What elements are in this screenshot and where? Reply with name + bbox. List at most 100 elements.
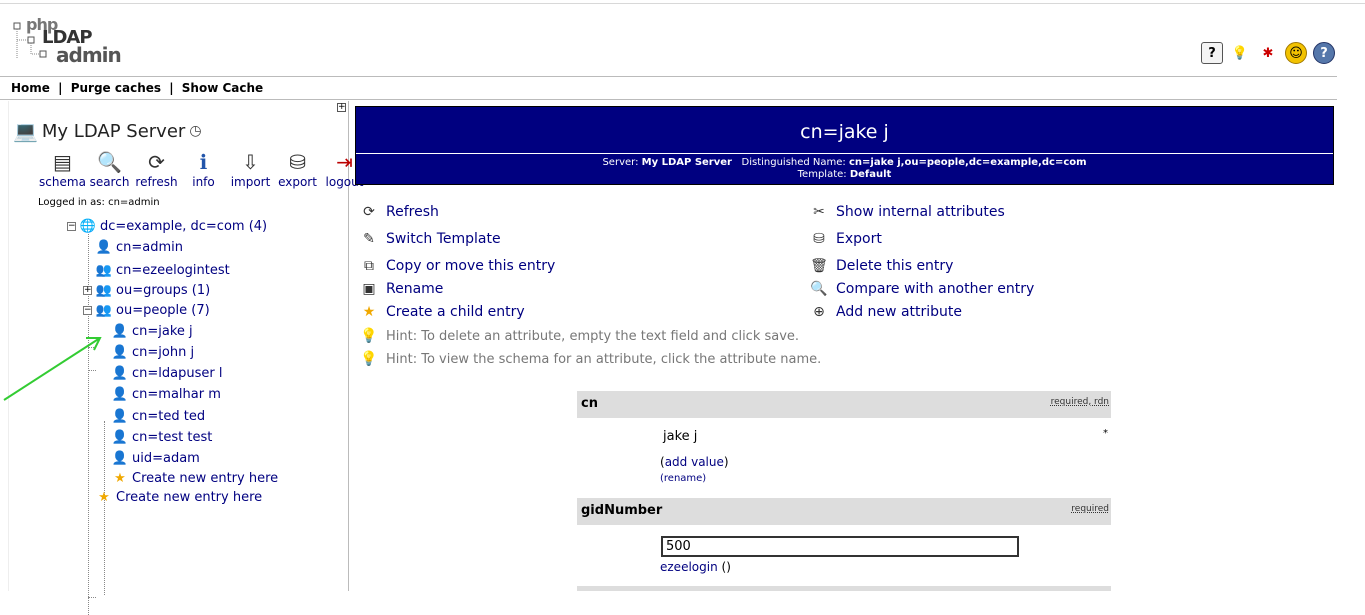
action-label: Create a child entry [386, 304, 525, 320]
template-value: Default [849, 169, 892, 180]
tool-info-button[interactable]: ℹ info [180, 149, 227, 189]
tool-search-button[interactable]: 🔍 search [86, 149, 133, 189]
gidnumber-input[interactable]: 500 [661, 536, 1019, 557]
tree-node-adam[interactable]: 👤 uid=adam [112, 450, 200, 466]
search-icon: 🔍 [97, 150, 122, 174]
menu-show-cache-link[interactable]: Show Cache [182, 81, 263, 95]
tree-node-malhar[interactable]: 👤 cn=malhar m [112, 386, 221, 402]
bulb-icon[interactable]: 💡 [1229, 42, 1251, 64]
tool-label: schema [39, 175, 86, 189]
tool-export-button[interactable]: ⛁ export [274, 149, 321, 189]
tree-node-label: Create new entry here [116, 489, 263, 505]
action-label: Switch Template [386, 231, 501, 247]
tool-label: import [230, 175, 271, 189]
menu-separator: | [58, 81, 63, 95]
server-name[interactable]: My LDAP Server [42, 121, 185, 142]
show-internal-attributes-action[interactable]: ✂ Show internal attributes [810, 203, 1005, 221]
tool-label: info [192, 175, 215, 189]
tool-import-button[interactable]: ⇩ import [227, 149, 274, 189]
phpldapadmin-logo[interactable]: php LDAP admin [12, 15, 122, 67]
tree-node-groups[interactable]: + 👥 ou=groups (1) [83, 282, 210, 298]
action-label: Rename [386, 281, 444, 297]
refresh-icon: ⟳ [148, 150, 165, 174]
expand-toggle[interactable]: + [83, 285, 92, 295]
person-icon: 👤 [111, 408, 129, 424]
person-icon: 👤 [111, 323, 129, 339]
person-icon: 👤 [111, 344, 129, 360]
export-icon: ⛁ [289, 150, 306, 174]
add-attribute-icon: ⊕ [813, 304, 825, 320]
group-link[interactable]: ezeelogin [660, 560, 718, 574]
attribute-name-link[interactable]: cn [581, 396, 598, 411]
copy-move-action[interactable]: ⧉ Copy or move this entry [360, 257, 555, 275]
create-child-action[interactable]: ★ Create a child entry [360, 303, 525, 321]
next-attribute-header [577, 586, 1111, 591]
person-icon: 👤 [111, 429, 129, 445]
tree-node-admin[interactable]: 👤 cn=admin [96, 239, 183, 255]
smiley-icon[interactable]: ☺ [1285, 42, 1307, 64]
group-icon: 👥 [95, 302, 113, 318]
attribute-header-gidnumber: gidNumber required [577, 498, 1111, 525]
delete-entry-action[interactable]: 🗑 Delete this entry [810, 257, 953, 275]
panel-expand-button[interactable]: + [337, 103, 346, 112]
hint-view-schema: 💡 Hint: To view the schema for an attrib… [360, 350, 821, 368]
action-label: Add new attribute [836, 304, 963, 320]
tree-node-jake[interactable]: 👤 cn=jake j [112, 323, 193, 339]
compare-icon: 🔍 [810, 281, 828, 297]
tree-create-child-link[interactable]: ★ Create new entry here [112, 470, 278, 486]
rename-action[interactable]: ▣ Rename [360, 280, 443, 298]
add-attribute-action[interactable]: ⊕ Add new attribute [810, 303, 962, 321]
refresh-action[interactable]: ⟳ Refresh [360, 203, 439, 221]
action-label: Compare with another entry [836, 281, 1035, 297]
bug-icon[interactable]: ✱ [1257, 42, 1279, 64]
top-border [0, 3, 1365, 4]
tree-node-people[interactable]: − 👥 ou=people (7) [83, 302, 210, 318]
annotation-arrow [3, 337, 102, 401]
tree-node-ted[interactable]: 👤 cn=ted ted [112, 408, 205, 424]
server-toolbar: ▤ schema 🔍 search ⟳ refresh ℹ info ⇩ import ⛁… [39, 149, 368, 189]
tree-node-label: cn=john j [132, 344, 195, 360]
star-icon: ★ [114, 470, 126, 486]
top-icon-bar: ? 💡 ✱ ☺ ? [1201, 42, 1335, 64]
info-icon: ℹ [199, 150, 208, 174]
attribute-flags: required [1071, 504, 1109, 514]
server-value: My LDAP Server [641, 157, 732, 168]
person-icon: 👤 [111, 450, 129, 466]
hint-text: Hint: To delete an attribute, empty the … [386, 328, 800, 344]
tree-node-label: cn=jake j [132, 323, 193, 339]
entry-meta: Server: My LDAP Server Distinguished Nam… [356, 157, 1333, 181]
action-label: Refresh [386, 204, 439, 220]
tree-node-test[interactable]: 👤 cn=test test [112, 429, 212, 445]
group-icon: 👥 [95, 282, 113, 298]
bulb-icon: 💡 [360, 328, 378, 344]
tools-icon: ✂ [813, 204, 825, 220]
collapse-toggle[interactable]: − [67, 221, 76, 231]
tree-node-root[interactable]: − 🌐 dc=example, dc=com (4) [67, 218, 267, 234]
attribute-name-link[interactable]: gidNumber [581, 503, 662, 518]
tree-node-label: cn=ezeelogintest [116, 262, 230, 278]
template-label: Template: [797, 169, 847, 180]
export-action[interactable]: ⛁ Export [810, 230, 882, 248]
compare-entry-action[interactable]: 🔍 Compare with another entry [810, 280, 1034, 298]
cn-value-field[interactable]: jake j [659, 427, 1015, 448]
switch-template-action[interactable]: ✎ Switch Template [360, 230, 501, 248]
tree-node-ezeelogintest[interactable]: 👥 cn=ezeelogintest [96, 262, 230, 278]
copy-icon: ⧉ [364, 258, 374, 274]
tree-create-root-link[interactable]: ★ Create new entry here [96, 489, 262, 505]
tool-label: refresh [135, 175, 178, 189]
menu-purge-caches-link[interactable]: Purge caches [71, 81, 161, 95]
tree-node-ldapuser[interactable]: 👤 cn=ldapuser l [112, 365, 223, 381]
bulb-icon: 💡 [360, 351, 378, 367]
rename-link[interactable]: (rename) [660, 473, 706, 484]
action-label: Show internal attributes [836, 204, 1005, 220]
question-icon[interactable]: ? [1313, 42, 1335, 64]
person-icon: 👤 [111, 386, 129, 402]
menu-home-link[interactable]: Home [11, 81, 50, 95]
tool-schema-button[interactable]: ▤ schema [39, 149, 86, 189]
tool-refresh-button[interactable]: ⟳ refresh [133, 149, 180, 189]
add-value-link[interactable]: add value [665, 455, 724, 469]
tree-node-john[interactable]: 👤 cn=john j [112, 344, 194, 360]
help-icon[interactable]: ? [1201, 42, 1223, 64]
collapse-toggle[interactable]: − [83, 305, 92, 315]
entry-title: cn=jake j [800, 121, 889, 143]
